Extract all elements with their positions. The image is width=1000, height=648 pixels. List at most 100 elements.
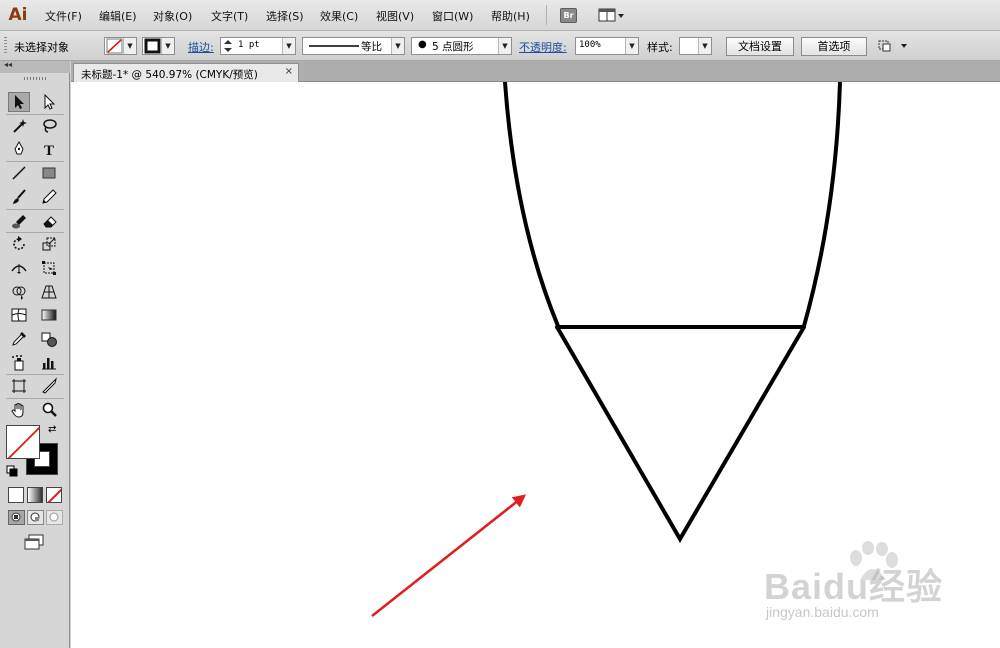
menu-select[interactable]: 选择(S) — [266, 8, 304, 24]
stepper-icon[interactable] — [222, 38, 234, 54]
scale-tool[interactable] — [38, 234, 60, 254]
draw-inside-button[interactable] — [46, 510, 63, 525]
artboard-icon — [12, 379, 26, 394]
close-icon[interactable]: × — [285, 66, 293, 77]
eyedropper-tool[interactable] — [8, 329, 30, 349]
paintbrush-icon — [13, 189, 26, 204]
document-setup-button[interactable]: 文档设置 — [726, 37, 794, 56]
brush-dot-icon: ● — [418, 39, 427, 50]
variable-width-profile-dropdown[interactable]: 等比 ▼ — [302, 37, 405, 55]
default-fill-stroke-icon[interactable] — [6, 465, 18, 477]
rectangle-icon — [42, 167, 56, 179]
type-tool[interactable]: T — [38, 139, 60, 159]
menu-window[interactable]: 窗口(W) — [432, 8, 473, 24]
symbol-sprayer-tool[interactable] — [8, 353, 30, 373]
stroke-label[interactable]: 描边: — [188, 39, 214, 55]
mesh-tool[interactable] — [8, 305, 30, 325]
column-graph-tool[interactable] — [38, 353, 60, 373]
direct-selection-tool[interactable] — [38, 92, 60, 112]
eraser-tool[interactable] — [38, 211, 60, 231]
line-segment-tool[interactable] — [8, 163, 30, 183]
collapse-icon[interactable]: ◂◂ — [4, 60, 12, 69]
tool-group-divider — [6, 161, 64, 163]
chevron-down-icon: ▼ — [698, 38, 711, 54]
arrange-documents-button[interactable] — [598, 8, 626, 23]
menu-help[interactable]: 帮助(H) — [491, 8, 530, 24]
screen-mode-icon — [24, 534, 44, 550]
watermark-url: jingyan.baidu.com — [766, 604, 879, 620]
fill-swatch[interactable] — [6, 425, 40, 459]
app-logo: Ai — [8, 5, 28, 25]
bridge-button[interactable]: Br — [560, 8, 577, 23]
draw-behind-button[interactable] — [27, 510, 44, 525]
menu-object[interactable]: 对象(O) — [153, 8, 192, 24]
lasso-tool[interactable] — [38, 116, 60, 136]
swap-fill-stroke-icon[interactable]: ⇄ — [48, 424, 56, 435]
change-screen-mode-button[interactable] — [22, 533, 46, 551]
width-icon — [11, 263, 27, 274]
menu-type[interactable]: 文字(T) — [211, 8, 248, 24]
free-transform-tool[interactable] — [38, 258, 60, 278]
mesh-icon — [11, 308, 27, 322]
draw-normal-button[interactable] — [8, 510, 25, 525]
pencil-body-left-edge[interactable] — [503, 82, 560, 328]
artboard-tool[interactable] — [8, 376, 30, 396]
opacity-label[interactable]: 不透明度: — [519, 39, 567, 55]
fill-none-icon — [7, 426, 39, 458]
rotate-tool[interactable] — [8, 234, 30, 254]
eyedropper-icon — [12, 332, 26, 346]
pencil-body-right-edge[interactable] — [802, 82, 842, 328]
brush-definition-label: 5 点圆形 — [432, 41, 474, 53]
tools-panel-grip[interactable] — [24, 77, 46, 80]
control-bar-grip[interactable] — [4, 37, 7, 55]
opacity-value: 100% — [579, 40, 601, 50]
menu-edit[interactable]: 编辑(E) — [99, 8, 137, 24]
column-graph-icon — [42, 357, 56, 370]
stroke-weight-field[interactable]: 1 pt ▼ — [220, 37, 296, 55]
document-tab[interactable]: 未标题-1* @ 540.97% (CMYK/预览) × — [73, 63, 299, 82]
slice-tool[interactable] — [38, 376, 60, 396]
fill-stroke-swatches: ⇄ — [6, 424, 60, 479]
hand-tool[interactable] — [8, 400, 30, 420]
pencil-tool[interactable] — [38, 187, 60, 207]
preferences-button[interactable]: 首选项 — [801, 37, 867, 56]
fill-none-icon — [106, 38, 123, 54]
draw-behind-icon — [30, 512, 40, 522]
free-transform-icon — [42, 260, 56, 275]
opacity-field[interactable]: 100% ▼ — [575, 37, 639, 55]
document-tab-title: 未标题-1* @ 540.97% (CMYK/预览) — [81, 69, 258, 81]
fill-color-dropdown[interactable]: ▼ — [104, 37, 137, 55]
shape-builder-tool[interactable] — [8, 282, 30, 302]
stroke-color-dropdown[interactable]: ▼ — [142, 37, 175, 55]
selection-tool[interactable] — [8, 92, 30, 112]
lasso-icon — [43, 118, 57, 133]
gradient-tool[interactable] — [38, 305, 60, 325]
pencil-tip-outline[interactable] — [555, 325, 806, 543]
color-button[interactable] — [8, 487, 24, 503]
rectangle-tool[interactable] — [38, 163, 60, 183]
blend-tool[interactable] — [38, 329, 60, 349]
magic-wand-icon — [13, 118, 27, 133]
brush-definition-dropdown[interactable]: ● 5 点圆形 ▼ — [411, 37, 512, 55]
pen-tool[interactable] — [8, 139, 30, 159]
menu-view[interactable]: 视图(V) — [376, 8, 414, 24]
isolate-icon — [878, 40, 907, 52]
perspective-grid-tool[interactable] — [38, 282, 60, 302]
symbol-sprayer-icon — [12, 354, 24, 371]
menu-effect[interactable]: 效果(C) — [320, 8, 358, 24]
none-button[interactable] — [46, 487, 62, 503]
zoom-tool[interactable] — [38, 400, 60, 420]
graphic-style-dropdown[interactable]: ▼ — [679, 37, 712, 55]
width-tool[interactable] — [8, 258, 30, 278]
watermark-brand: Baidu经验 — [764, 566, 944, 607]
tool-group-divider — [6, 232, 64, 234]
drawing-mode-buttons — [8, 510, 64, 526]
magic-wand-tool[interactable] — [8, 116, 30, 136]
blob-brush-tool[interactable] — [8, 211, 30, 231]
document-tab-bar: 未标题-1* @ 540.97% (CMYK/预览) × — [71, 61, 1000, 82]
paintbrush-tool[interactable] — [8, 187, 30, 207]
isolate-selected-button[interactable] — [877, 38, 909, 54]
gradient-button[interactable] — [27, 487, 43, 503]
tools-panel-header[interactable]: ◂◂ — [0, 60, 70, 73]
menu-file[interactable]: 文件(F) — [45, 8, 82, 24]
